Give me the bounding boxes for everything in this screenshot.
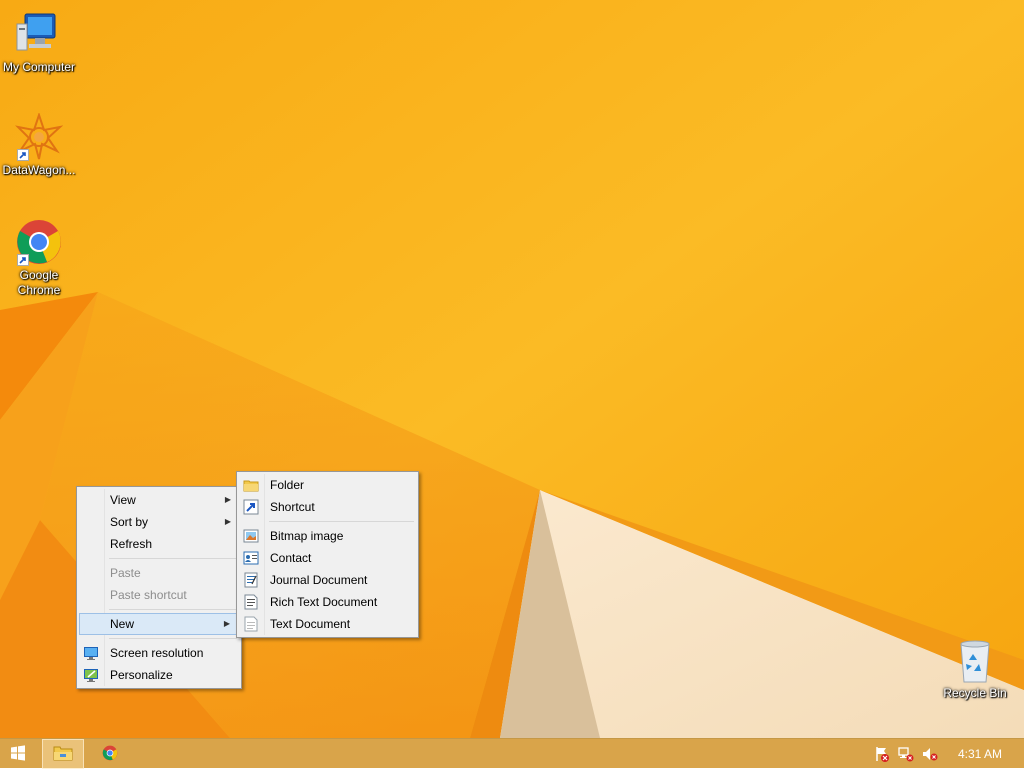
menu-separator	[109, 609, 237, 610]
menu-separator	[109, 558, 237, 559]
start-button[interactable]	[0, 739, 36, 769]
shortcut-icon	[243, 499, 259, 515]
start-icon	[10, 744, 26, 764]
datawagon-icon	[15, 111, 64, 161]
recycle-bin-icon	[951, 636, 999, 684]
submenu-arrow-icon: ▶	[224, 495, 231, 504]
desktop-icon-recycle-bin[interactable]: Recycle Bin	[936, 636, 1014, 701]
submenu-arrow-icon: ▶	[224, 517, 231, 526]
rtf-icon	[243, 594, 259, 610]
journal-icon	[243, 572, 259, 588]
file-explorer-icon	[53, 744, 73, 765]
folder-icon	[243, 477, 259, 493]
personalize-icon	[83, 667, 99, 683]
menu-item-new-rich-text[interactable]: Rich Text Document	[239, 591, 416, 613]
desktop-icon-label: Recycle Bin	[943, 686, 1007, 700]
bitmap-icon	[243, 528, 259, 544]
desktop-icon-my-computer[interactable]: My Computer	[0, 10, 78, 75]
taskbar-chrome[interactable]	[90, 739, 130, 769]
contact-icon	[243, 550, 259, 566]
menu-item-new-bitmap[interactable]: Bitmap image	[239, 525, 416, 547]
chrome-icon	[102, 745, 118, 764]
menu-item-label: New	[110, 617, 135, 631]
menu-item-view[interactable]: View ▶	[79, 489, 239, 511]
menu-item-new[interactable]: New ▶	[79, 613, 239, 635]
desktop-icon-label: Google Chrome	[17, 268, 61, 297]
screen-resolution-icon	[83, 645, 99, 661]
text-document-icon	[243, 616, 259, 632]
menu-item-label: Screen resolution	[110, 646, 204, 660]
menu-item-label: Paste	[110, 566, 141, 580]
menu-item-new-contact[interactable]: Contact	[239, 547, 416, 569]
menu-item-label: Folder	[270, 478, 305, 492]
desktop[interactable]: My Computer DataWagon... Google Chrome R…	[0, 0, 1024, 738]
menu-item-new-folder[interactable]: Folder	[239, 474, 416, 496]
shortcut-arrow-icon	[17, 149, 29, 161]
action-center-flag-icon[interactable]	[874, 746, 890, 762]
desktop-icon-google-chrome[interactable]: Google Chrome	[0, 218, 78, 298]
shortcut-arrow-icon	[17, 254, 29, 266]
taskbar-file-explorer[interactable]	[42, 739, 84, 769]
menu-separator	[269, 521, 414, 522]
desktop-icon-label: DataWagon...	[2, 163, 76, 177]
menu-item-new-shortcut[interactable]: Shortcut	[239, 496, 416, 518]
desktop-icon-label: My Computer	[2, 60, 76, 74]
menu-item-label: Sort by	[110, 515, 149, 529]
taskbar: 4:31 AM	[0, 738, 1024, 769]
menu-item-paste-shortcut[interactable]: Paste shortcut	[79, 584, 239, 606]
menu-item-label: Rich Text Document	[270, 595, 378, 609]
menu-item-new-text-document[interactable]: Text Document	[239, 613, 416, 635]
chrome-icon	[15, 218, 63, 266]
computer-icon	[15, 10, 63, 58]
menu-item-label: Shortcut	[270, 500, 315, 514]
new-submenu: Folder Shortcut Bitmap image Contact Jou…	[236, 471, 419, 638]
menu-separator	[109, 638, 237, 639]
menu-item-label: Refresh	[110, 537, 153, 551]
menu-item-label: Personalize	[110, 668, 173, 682]
menu-item-label: Contact	[270, 551, 312, 565]
taskbar-clock[interactable]: 4:31 AM	[958, 739, 1002, 769]
menu-item-personalize[interactable]: Personalize	[79, 664, 239, 686]
network-icon[interactable]	[898, 746, 914, 762]
submenu-arrow-icon: ▶	[223, 619, 230, 628]
menu-item-label: Text Document	[270, 617, 351, 631]
menu-item-label: Paste shortcut	[110, 588, 187, 602]
menu-item-label: View	[110, 493, 136, 507]
menu-item-new-journal[interactable]: Journal Document	[239, 569, 416, 591]
menu-item-sort-by[interactable]: Sort by ▶	[79, 511, 239, 533]
menu-item-screen-resolution[interactable]: Screen resolution	[79, 642, 239, 664]
menu-item-refresh[interactable]: Refresh	[79, 533, 239, 555]
desktop-icon-datawagon[interactable]: DataWagon...	[0, 111, 78, 178]
menu-item-label: Journal Document	[270, 573, 368, 587]
volume-muted-icon[interactable]	[922, 746, 938, 762]
menu-item-paste[interactable]: Paste	[79, 562, 239, 584]
menu-item-label: Bitmap image	[270, 529, 344, 543]
desktop-context-menu: View ▶ Sort by ▶ Refresh Paste Paste sho…	[76, 486, 242, 689]
